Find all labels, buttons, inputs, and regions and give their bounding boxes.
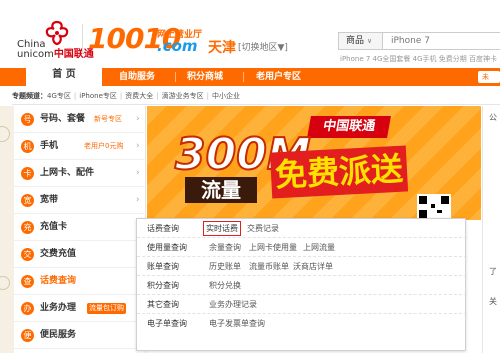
submenu-row: 账单查询 历史账单 流量币账单 沃商店详单 [137,257,467,276]
phone-icon: 机 [21,140,34,153]
submenu-link[interactable]: 电子发票单查询 [209,314,265,333]
sim-icon: 号 [21,113,34,126]
qr-code-icon [417,194,451,220]
main-nav: 首 页 自助服务 积分商城 老用户专区 未 [0,64,500,86]
sidebar-item-label: 交费充值 [40,249,77,259]
submenu-row: 积分查询 积分兑换 [137,276,467,295]
submenu-link[interactable]: 积分兑换 [209,276,241,295]
zone-4g[interactable]: 4G专区 [47,92,71,100]
submenu-link[interactable]: 上网流量 [303,238,335,257]
sidebar-item-label: 号码、套餐 [40,114,86,124]
submenu-heading[interactable]: 话费查询 [147,219,179,238]
submenu-heading[interactable]: 账单查询 [147,257,179,276]
search-icon: 查 [21,275,34,288]
nav-old-users[interactable]: 老用户专区 [256,68,301,86]
right-col-text: 关 [489,297,497,306]
sidebar-item-business[interactable]: 办 业务办理 流量包订购 › [14,295,146,322]
brand-domain: .com [157,37,198,55]
sidebar-item-label: 业务办理 [40,303,77,313]
sidebar-item-numbers[interactable]: 号 号码、套餐 新号专区 › [14,106,146,133]
switch-area-link[interactable]: [切换地区▼] [238,40,288,53]
banner-brand: 中国联通 [307,116,391,138]
chevron-right-icon: › [136,114,140,124]
submenu-heading[interactable]: 使用量查询 [147,238,187,257]
sidebar-item-datacards[interactable]: 卡 上网卡、配件 › [14,160,146,187]
sidebar-item-broadband[interactable]: 宽 宽带 › [14,187,146,214]
right-column: 公 了 关 [482,106,500,353]
zone-iphone[interactable]: iPhone专区 [79,92,117,100]
chevron-right-icon: › [136,195,140,205]
banner-free: 免费派送 [269,145,409,199]
sidebar-promo[interactable]: 新号专区 [94,114,122,125]
deco-circle [0,276,10,290]
sidebar-item-payment[interactable]: 交 交费充值 › [14,241,146,268]
chevron-down-icon: ∨ [367,37,373,45]
nav-home[interactable]: 首 页 [26,64,102,86]
topic-channels: 专题频道：4G专区 | iPhone专区 | 资费大全 | 滴游业务专区 | 中小企业 [12,87,500,105]
sidebar-promo[interactable]: 老用户0元购 [84,141,123,152]
sidebar-item-label: 充值卡 [40,222,68,232]
deco-circle [0,126,10,142]
card-icon: 充 [21,221,34,234]
nav-separator [243,72,244,82]
logo-line2-en: unicom [17,49,54,60]
submenu-link[interactable]: 沃商店详单 [293,257,333,276]
chevron-right-icon: › [136,168,140,178]
current-city: 天津 [208,40,236,56]
submenu-link-realtime-bill[interactable]: 实时话费 [203,221,241,236]
nav-points-mall[interactable]: 积分商城 [187,68,223,86]
search-input[interactable] [385,33,500,49]
chevron-right-icon: › [136,141,140,151]
banner-flow: 流量 [185,177,257,203]
submenu-link[interactable]: 交费记录 [247,219,279,238]
submenu-link[interactable]: 历史账单 [209,257,241,276]
sidebar-item-convenience[interactable]: 便 便民服务 › [14,322,146,349]
sidebar-item-label: 宽带 [40,195,59,205]
datacard-icon: 卡 [21,167,34,180]
submenu-link[interactable]: 余量查询 [209,238,241,257]
zone-tariffs[interactable]: 资费大全 [125,92,153,100]
sidebar-item-phones[interactable]: 机 手机 老用户0元购 › [14,133,146,160]
topic-channels-label: 专题频道： [12,92,47,100]
submenu-link[interactable]: 业务办理记录 [209,295,257,314]
sidebar-item-label: 上网卡、配件 [40,168,95,178]
right-col-text: 了 [489,267,497,276]
zone-game[interactable]: 滴游业务专区 [162,92,204,100]
submenu-heading[interactable]: 积分查询 [147,276,179,295]
submenu-link[interactable]: 流量币账单 [249,257,289,276]
sidebar-item-label: 便民服务 [40,330,77,340]
submenu-row: 电子单查询 电子发票单查询 [137,314,467,333]
left-decoration [0,106,14,353]
sidebar-item-label: 手机 [40,141,59,151]
search-category-select[interactable]: 商品 ∨ [339,33,383,49]
header-divider [82,24,83,54]
nav-self-service[interactable]: 自助服务 [119,68,155,86]
submenu-link[interactable]: 上网卡使用量 [249,238,297,257]
submenu-row: 使用量查询 余量查询 上网卡使用量 上网流量 [137,238,467,257]
sidebar-item-bill-inquiry[interactable]: 查 话费查询 [14,268,146,295]
sidebar-item-topup-cards[interactable]: 充 充值卡 › [14,214,146,241]
search-box: 商品 ∨ [338,32,500,50]
category-sidebar: 号 号码、套餐 新号专区 › 机 手机 老用户0元购 › 卡 上网卡、配件 › … [14,106,146,353]
bill-inquiry-submenu: 话费查询 实时话费 交费记录 使用量查询 余量查询 上网卡使用量 上网流量 账单… [136,218,467,351]
search-category-label: 商品 [346,36,365,46]
nav-right-button[interactable]: 未 [478,71,500,83]
service-icon: 便 [21,329,34,342]
sidebar-promo[interactable]: 流量包订购 [87,303,126,314]
submenu-heading[interactable]: 其它查询 [147,295,179,314]
promo-banner[interactable]: 中国联通 300M 流量 免费派送 [147,106,481,220]
submenu-row: 其它查询 业务办理记录 [137,295,467,314]
hot-search-words[interactable]: iPhone 7 4G全国套餐 4G手机 免费分期 百度神卡 [340,54,497,64]
right-col-text: 公 [489,113,497,122]
header: China unicom中国联通 10010 网上营业厅 .com 天津 [切换… [0,0,500,66]
nav-separator [175,72,176,82]
zone-sme[interactable]: 中小企业 [212,92,240,100]
submenu-row: 话费查询 实时话费 交费记录 [137,219,467,238]
broadband-icon: 宽 [21,194,34,207]
payment-icon: 交 [21,248,34,261]
submenu-heading[interactable]: 电子单查询 [147,314,187,333]
business-icon: 办 [21,302,34,315]
sidebar-item-label: 话费查询 [40,276,77,286]
